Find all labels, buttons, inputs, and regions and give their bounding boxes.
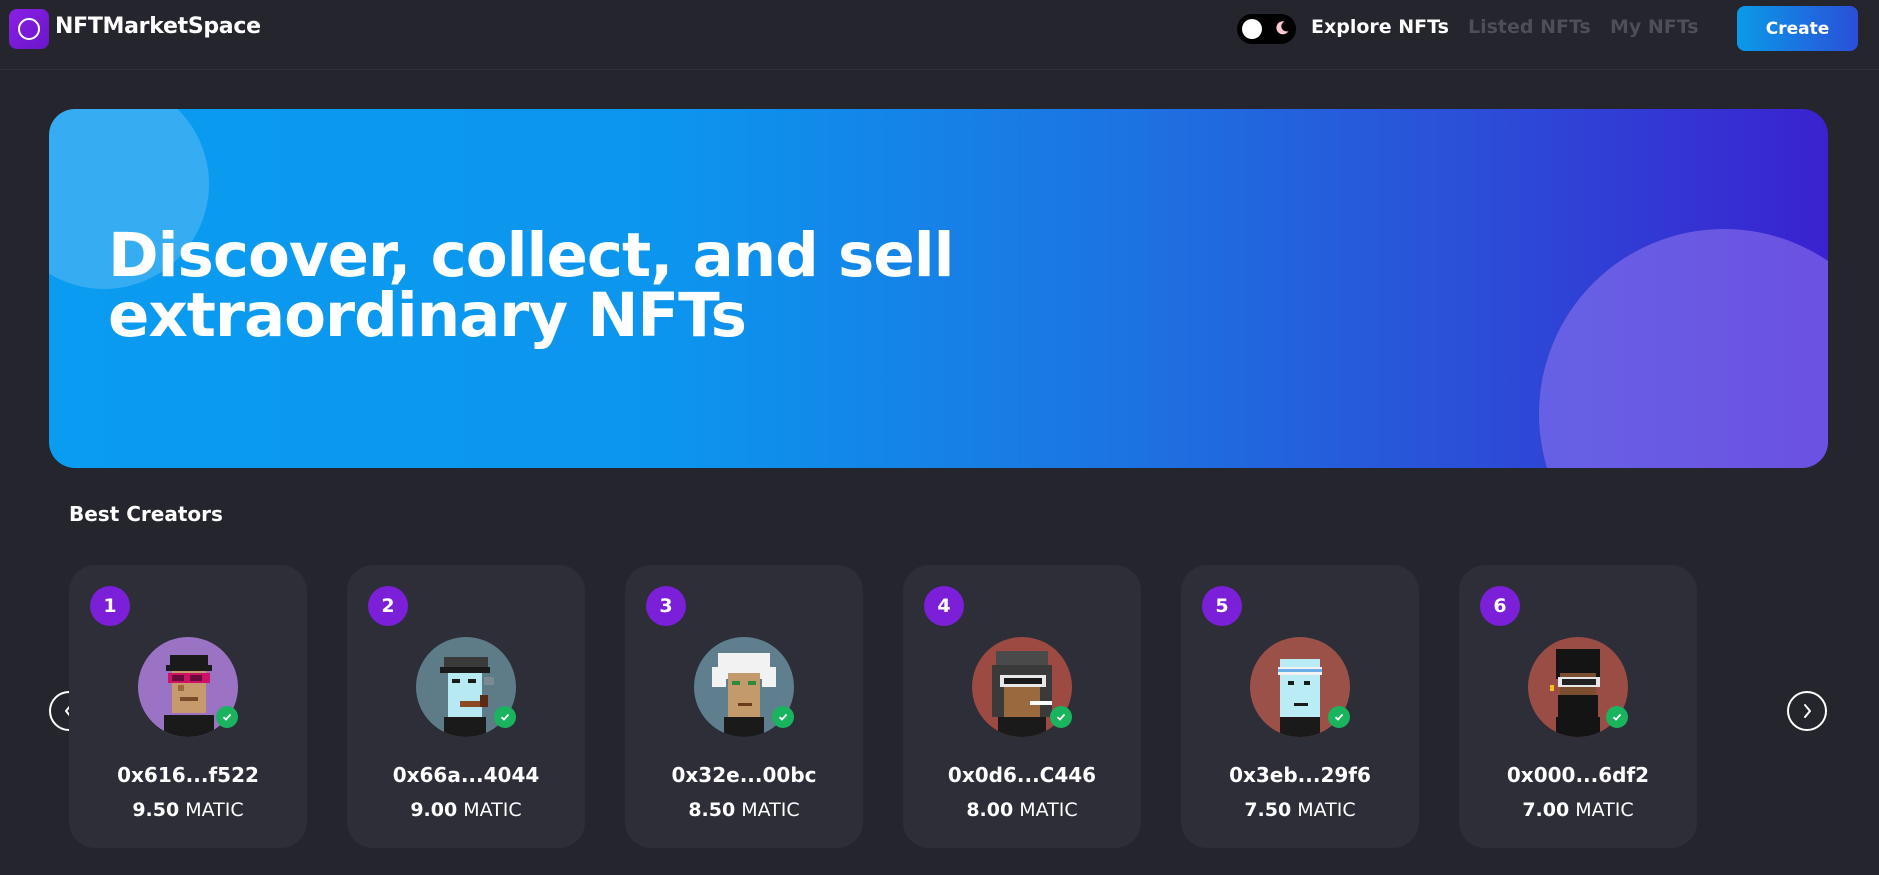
price-amount: 9.50 — [132, 799, 180, 821]
rank-badge: 3 — [646, 586, 686, 626]
creator-address: 0x3eb...29f6 — [1229, 763, 1371, 787]
price-currency: MATIC — [1575, 799, 1634, 821]
rank-badge: 5 — [1202, 586, 1242, 626]
creator-card[interactable]: 6 0x000...6df2 7.00 MATIC — [1459, 565, 1697, 848]
price-amount: 8.00 — [966, 799, 1014, 821]
hero-title-line-1: Discover, collect, and sell — [108, 220, 955, 291]
create-button[interactable]: Create — [1737, 6, 1858, 51]
creator-card[interactable]: 4 0x0d6...C446 8.00 MATIC — [903, 565, 1141, 848]
rank-badge: 1 — [90, 586, 130, 626]
creator-address: 0x000...6df2 — [1506, 763, 1650, 787]
logo-icon[interactable] — [9, 9, 49, 49]
brand-name[interactable]: NFTMarketSpace — [55, 14, 261, 39]
navbar: NFTMarketSpace Explore NFTs Listed NFTs … — [0, 0, 1879, 70]
nav-link-listed-nfts[interactable]: Listed NFTs — [1468, 16, 1591, 38]
creator-card[interactable]: 2 0x66a...4044 9.00 MATIC — [347, 565, 585, 848]
creator-card[interactable]: 3 0x32e...00bc 8.50 MATIC — [625, 565, 863, 848]
theme-toggle[interactable] — [1237, 14, 1296, 44]
price-currency: MATIC — [1019, 799, 1078, 821]
creator-address: 0x66a...4044 — [392, 763, 540, 787]
price-currency: MATIC — [741, 799, 800, 821]
rank-badge: 6 — [1480, 586, 1520, 626]
check-badge-icon — [772, 706, 794, 728]
creators-carousel: 1 0x616...f522 9.50 MATIC 2 0x66a...4044… — [69, 565, 1697, 848]
check-badge-icon — [1328, 706, 1350, 728]
hero-title: Discover, collect, and sell extraordinar… — [108, 220, 1008, 351]
creator-address: 0x32e...00bc — [671, 763, 817, 787]
check-badge-icon — [216, 706, 238, 728]
nav-link-explore-nfts[interactable]: Explore NFTs — [1311, 16, 1449, 38]
creator-price: 8.50 MATIC — [625, 799, 863, 821]
check-badge-icon — [1606, 706, 1628, 728]
price-amount: 8.50 — [688, 799, 736, 821]
creator-card[interactable]: 1 0x616...f522 9.50 MATIC — [69, 565, 307, 848]
price-amount: 7.50 — [1244, 799, 1292, 821]
price-currency: MATIC — [1297, 799, 1356, 821]
price-currency: MATIC — [463, 799, 522, 821]
creator-price: 8.00 MATIC — [903, 799, 1141, 821]
hero-title-line-2: extraordinary NFTs — [108, 280, 747, 351]
creator-address: 0x616...f522 — [117, 763, 259, 787]
creator-address: 0x0d6...C446 — [947, 763, 1097, 787]
price-amount: 7.00 — [1522, 799, 1570, 821]
chevron-right-icon — [1804, 704, 1811, 718]
best-creators-title: Best Creators — [69, 502, 223, 526]
creator-price: 7.50 MATIC — [1181, 799, 1419, 821]
price-amount: 9.00 — [410, 799, 458, 821]
creator-card[interactable]: 5 0x3eb...29f6 7.50 MATIC — [1181, 565, 1419, 848]
nav-link-my-nfts[interactable]: My NFTs — [1610, 16, 1699, 38]
price-currency: MATIC — [185, 799, 244, 821]
toggle-knob — [1242, 19, 1262, 39]
creator-price: 9.50 MATIC — [69, 799, 307, 821]
check-badge-icon — [1050, 706, 1072, 728]
creator-price: 7.00 MATIC — [1459, 799, 1697, 821]
moon-icon — [1276, 21, 1289, 35]
rank-badge: 2 — [368, 586, 408, 626]
decorative-circle — [1539, 229, 1828, 468]
carousel-next-button[interactable] — [1787, 691, 1827, 731]
hero-banner: Discover, collect, and sell extraordinar… — [49, 109, 1828, 468]
rank-badge: 4 — [924, 586, 964, 626]
check-badge-icon — [494, 706, 516, 728]
creator-price: 9.00 MATIC — [347, 799, 585, 821]
